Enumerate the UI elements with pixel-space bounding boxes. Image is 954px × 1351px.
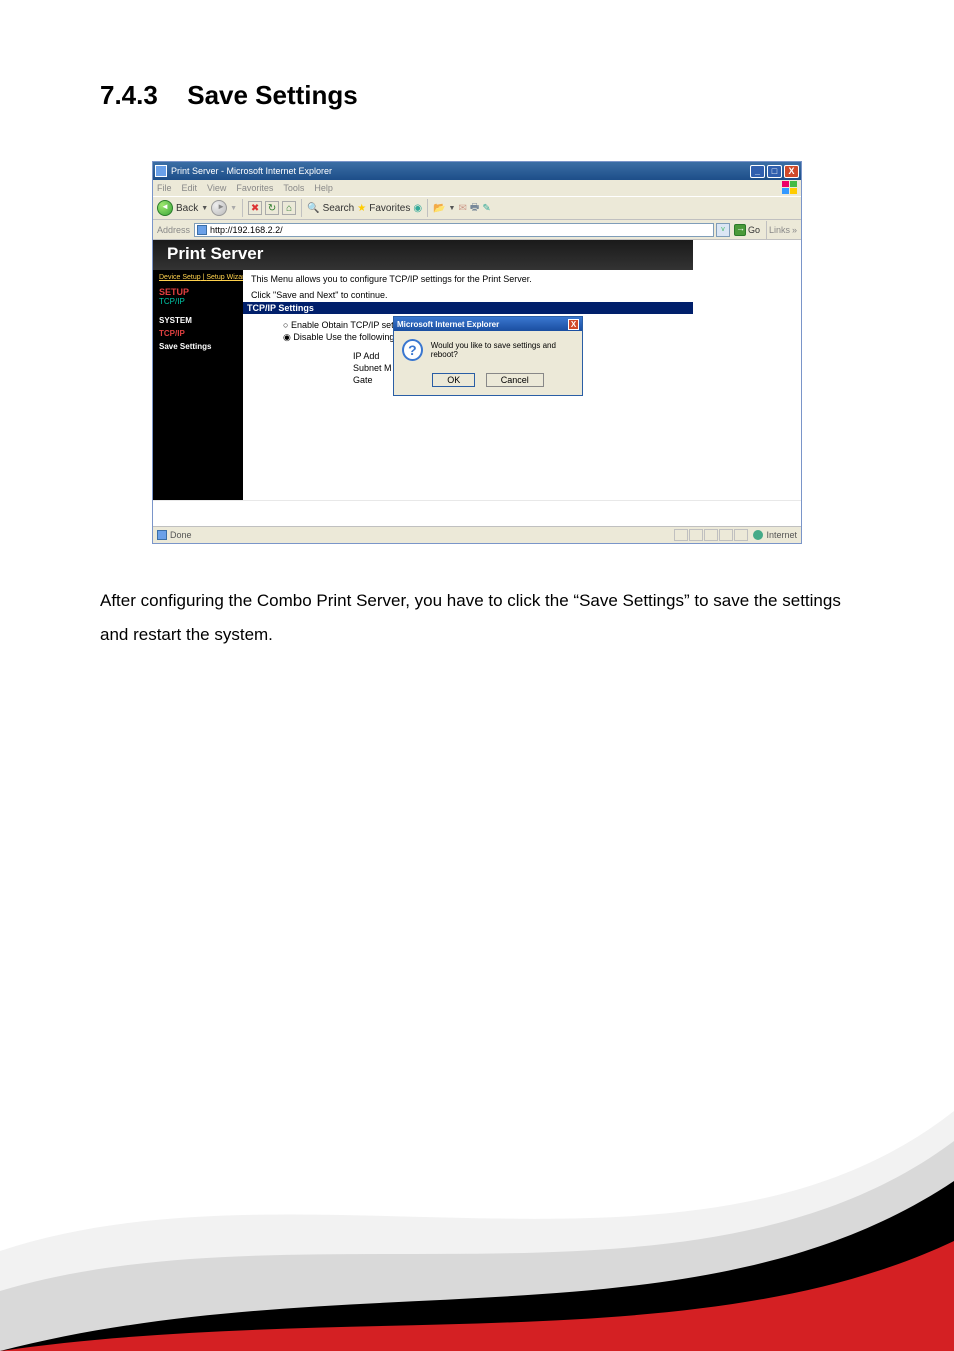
folder-icon[interactable]: 📂: [433, 203, 445, 214]
address-bar: Address http://192.168.2.2/ v Go Links »: [153, 220, 801, 240]
dialog-message: Would you like to save settings and rebo…: [431, 341, 574, 359]
window-close-button[interactable]: X: [784, 165, 799, 178]
home-button[interactable]: ⌂: [282, 201, 296, 215]
address-input[interactable]: http://192.168.2.2/: [194, 223, 714, 237]
menu-edit[interactable]: Edit: [182, 183, 198, 193]
refresh-button[interactable]: ↻: [265, 201, 279, 215]
body-paragraph: After configuring the Combo Print Server…: [100, 584, 854, 652]
folder-dropdown-icon[interactable]: ▼: [449, 205, 456, 212]
dialog-ok-button[interactable]: OK: [432, 373, 475, 387]
window-titlebar: Print Server - Microsoft Internet Explor…: [153, 162, 801, 180]
browser-blank-area: [693, 240, 801, 500]
sidebar-setup-heading: SETUP: [159, 287, 237, 297]
menu-tools[interactable]: Tools: [283, 183, 304, 193]
menu-bar: File Edit View Favorites Tools Help: [153, 180, 801, 196]
main-panel: This Menu allows you to configure TCP/IP…: [243, 270, 693, 500]
forward-button[interactable]: [211, 200, 227, 216]
go-icon: [734, 224, 746, 236]
page-icon: [197, 225, 207, 235]
menu-help[interactable]: Help: [314, 183, 333, 193]
media-icon[interactable]: ◉: [413, 203, 422, 214]
stop-button[interactable]: ✖: [248, 201, 262, 215]
section-number: 7.4.3: [100, 80, 180, 111]
back-button[interactable]: [157, 200, 173, 216]
status-zone: Internet: [766, 530, 797, 540]
favorites-label[interactable]: Favorites: [369, 203, 410, 214]
windows-logo-icon: [781, 180, 799, 196]
ie-page-icon: [155, 165, 167, 177]
window-minimize-button[interactable]: _: [750, 165, 765, 178]
tcpip-settings-header: TCP/IP Settings: [243, 302, 693, 314]
top-nav: Device Setup | Setup Wizard | System Too…: [159, 274, 237, 281]
menu-view[interactable]: View: [207, 183, 226, 193]
nav-device-setup[interactable]: Device Setup: [159, 274, 201, 281]
print-icon[interactable]: 🖶: [470, 200, 479, 217]
mail-icon[interactable]: ✉: [458, 203, 466, 214]
status-cells: [674, 529, 749, 541]
search-icon[interactable]: 🔍: [307, 203, 319, 214]
intro-text-1: This Menu allows you to configure TCP/IP…: [251, 274, 685, 284]
window-maximize-button[interactable]: □: [767, 165, 782, 178]
address-label: Address: [157, 225, 190, 235]
status-bar: Done Internet: [153, 526, 801, 543]
back-label: Back: [176, 203, 198, 214]
search-label[interactable]: Search: [323, 203, 355, 214]
page-title: Print Server: [153, 240, 693, 270]
sidebar-system[interactable]: SYSTEM: [159, 316, 237, 325]
done-icon: [157, 530, 167, 540]
browser-toolbar: Back ▼ ▼ ✖ ↻ ⌂ 🔍 Search ★ Favorites ◉ 📂 …: [153, 196, 801, 220]
sidebar: Device Setup | Setup Wizard | System Too…: [153, 270, 243, 500]
go-button[interactable]: Go: [734, 224, 760, 236]
question-icon: ?: [402, 339, 423, 361]
links-chevron-icon[interactable]: »: [792, 225, 797, 235]
go-label: Go: [748, 225, 760, 235]
section-title: Save Settings: [187, 80, 358, 110]
back-dropdown-icon[interactable]: ▼: [201, 205, 208, 212]
menu-file[interactable]: File: [157, 183, 172, 193]
dialog-close-button[interactable]: X: [568, 319, 579, 330]
footer-decoration: [0, 1091, 954, 1351]
links-label[interactable]: Links: [769, 225, 790, 235]
confirm-dialog: Microsoft Internet Explorer X ? Would yo…: [393, 316, 583, 396]
intro-text-2: Click "Save and Next" to continue.: [251, 290, 685, 300]
menu-favorites[interactable]: Favorites: [236, 183, 273, 193]
forward-dropdown-icon[interactable]: ▼: [230, 205, 237, 212]
section-heading: 7.4.3 Save Settings: [100, 80, 854, 111]
window-title: Print Server - Microsoft Internet Explor…: [171, 166, 750, 176]
internet-zone-icon: [753, 530, 763, 540]
url-text: http://192.168.2.2/: [210, 225, 283, 235]
sidebar-save-settings[interactable]: Save Settings: [159, 342, 237, 351]
address-dropdown-button[interactable]: v: [716, 223, 730, 237]
sidebar-tcpip[interactable]: TCP/IP: [159, 329, 237, 338]
dialog-title: Microsoft Internet Explorer: [397, 320, 568, 329]
favorites-icon[interactable]: ★: [357, 203, 366, 214]
sidebar-setup-tcpip[interactable]: TCP/IP: [159, 297, 237, 306]
edit-icon[interactable]: ✎: [482, 203, 490, 214]
browser-window: Print Server - Microsoft Internet Explor…: [152, 161, 802, 544]
dialog-cancel-button[interactable]: Cancel: [486, 373, 544, 387]
status-done: Done: [170, 530, 192, 540]
